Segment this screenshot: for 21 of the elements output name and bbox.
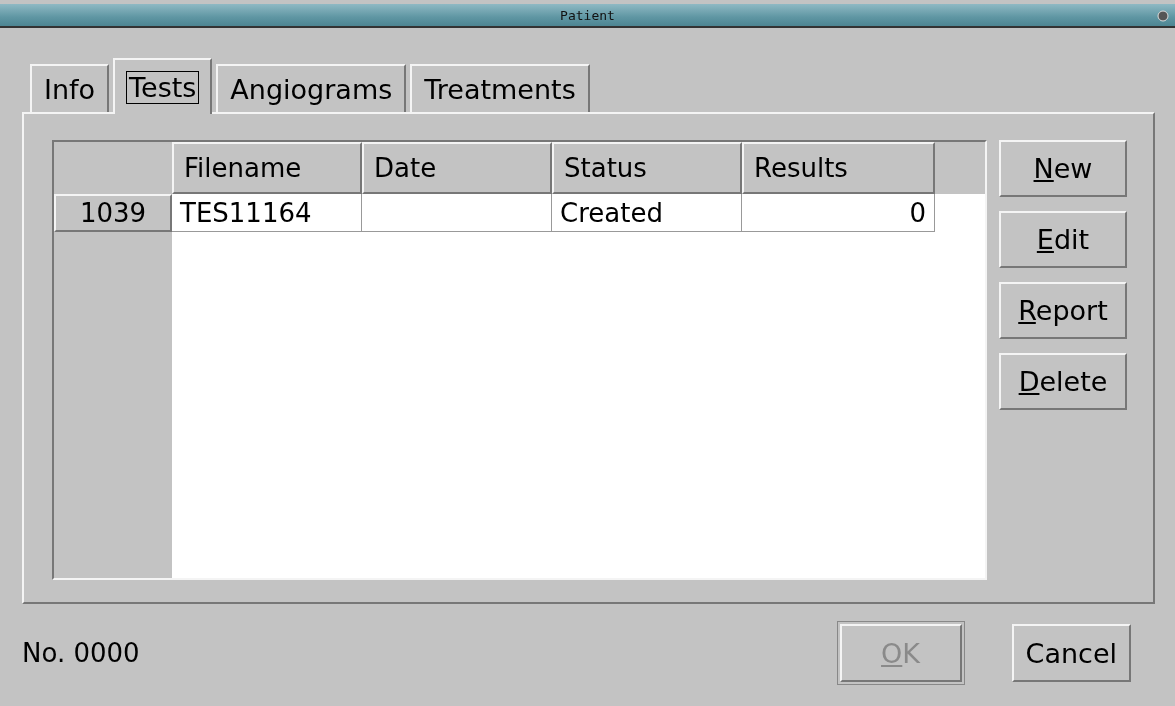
column-header[interactable]: Status bbox=[552, 142, 742, 194]
record-number: No. 0000 bbox=[22, 638, 141, 668]
row-header[interactable]: 1039 bbox=[54, 194, 172, 232]
close-icon[interactable] bbox=[1157, 10, 1169, 22]
action-button[interactable]: New bbox=[999, 140, 1127, 197]
header-filler bbox=[935, 142, 985, 194]
tab[interactable]: Treatments bbox=[410, 64, 590, 112]
window-title: Patient bbox=[560, 7, 615, 23]
tab[interactable]: Angiograms bbox=[216, 64, 407, 112]
action-button[interactable]: Edit bbox=[999, 211, 1127, 268]
table-cell: Created bbox=[552, 194, 742, 232]
column-header[interactable]: Filename bbox=[172, 142, 362, 194]
action-button[interactable]: Delete bbox=[999, 353, 1127, 410]
table-cell: 0 bbox=[742, 194, 935, 232]
action-button[interactable]: Report bbox=[999, 282, 1127, 339]
column-header[interactable]: Results bbox=[742, 142, 935, 194]
dialog-button[interactable]: Cancel bbox=[1011, 624, 1131, 682]
column-header[interactable]: Date bbox=[362, 142, 552, 194]
table-cell: TES11164 bbox=[172, 194, 362, 232]
tab[interactable]: Tests bbox=[113, 58, 213, 114]
tab[interactable]: Info bbox=[30, 64, 110, 112]
